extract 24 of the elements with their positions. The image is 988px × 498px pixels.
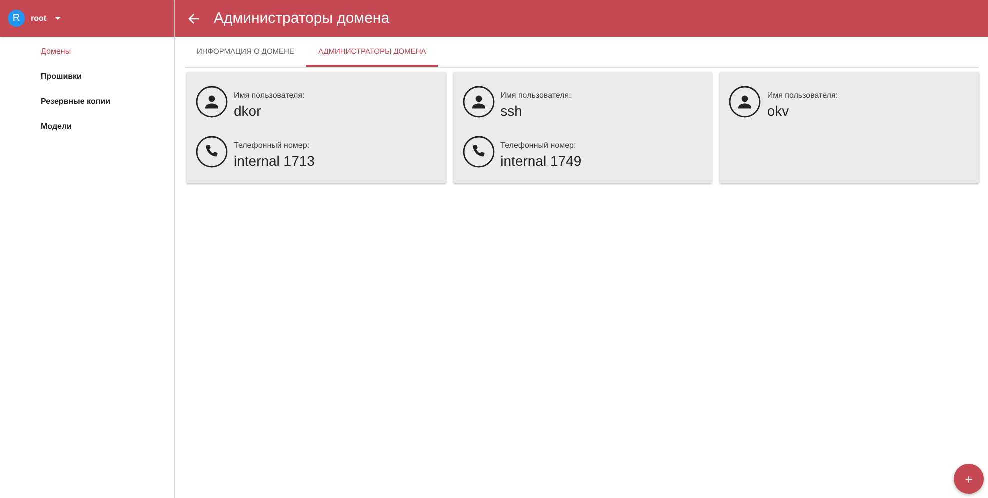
field-value: internal 1749 bbox=[500, 152, 582, 168]
sidebar-item[interactable]: Модели bbox=[41, 122, 174, 131]
back-button[interactable] bbox=[188, 12, 200, 24]
person-icon bbox=[462, 86, 495, 118]
field-value: internal 1713 bbox=[234, 152, 315, 168]
sidebar-item[interactable]: Прошивки bbox=[41, 72, 174, 81]
field-value: dkor bbox=[234, 102, 262, 118]
field-label: Имя пользователя: bbox=[234, 90, 305, 100]
page-title: Администраторы домена bbox=[214, 10, 390, 27]
sidebar-item[interactable]: Резервные копии bbox=[41, 97, 174, 106]
field-value: okv bbox=[767, 102, 790, 118]
field-label: Имя пользователя: bbox=[767, 90, 838, 100]
field-label: Телефонный номер: bbox=[234, 140, 311, 150]
person-icon bbox=[196, 86, 228, 118]
field-value: ssh bbox=[500, 102, 524, 118]
phone-icon bbox=[196, 136, 228, 168]
phone-icon bbox=[462, 136, 495, 168]
sidebar-item[interactable]: Домены bbox=[41, 47, 174, 56]
field-label: Имя пользователя: bbox=[500, 90, 572, 100]
avatar: R bbox=[8, 10, 25, 27]
add-button[interactable]: + bbox=[954, 464, 984, 494]
person-icon bbox=[729, 86, 762, 118]
field-label: Телефонный номер: bbox=[500, 140, 578, 150]
account-menu[interactable]: root bbox=[31, 14, 61, 23]
